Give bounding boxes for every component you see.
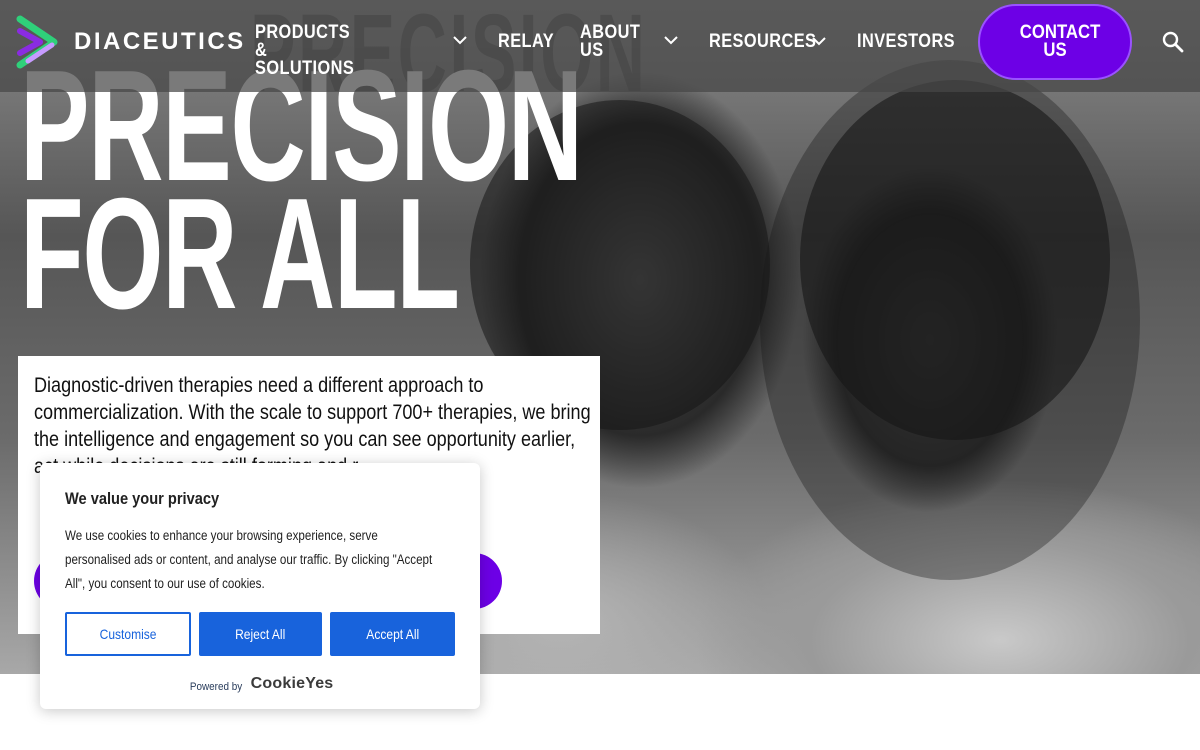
cookie-description: We use cookies to enhance your browsing … xyxy=(65,528,433,591)
hero-photo-hair xyxy=(760,60,1140,580)
diaceutics-logo-icon xyxy=(16,15,58,69)
cookie-consent-banner: We value your privacy We use cookies to … xyxy=(40,463,480,709)
reject-all-button[interactable]: Reject All xyxy=(199,612,322,656)
hero-heading: PRECISION FOR ALL xyxy=(20,47,583,333)
nav-products-solutions-label: PRODUCTS & SOLUTIONS xyxy=(255,22,355,79)
accept-all-button[interactable]: Accept All xyxy=(330,612,455,656)
cookie-title: We value your privacy xyxy=(65,489,220,508)
search-icon[interactable] xyxy=(1162,31,1184,53)
nav-relay[interactable]: RELAY xyxy=(498,31,563,52)
nav-resources[interactable]: RESOURCES xyxy=(709,31,829,52)
reject-all-button-label: Reject All xyxy=(235,626,286,642)
chevron-down-icon xyxy=(812,37,826,46)
customise-button-label: Customise xyxy=(99,626,157,642)
logo-text: DIACEUTICS xyxy=(74,28,246,55)
nav-about-us-label: ABOUT US xyxy=(580,22,641,61)
cookieyes-logo: CookieYes xyxy=(250,675,334,692)
contact-us-label: CONTACT US xyxy=(1019,22,1101,61)
chevron-down-icon xyxy=(664,36,678,45)
chevron-down-icon xyxy=(453,36,467,45)
customise-button[interactable]: Customise xyxy=(65,612,191,656)
logo[interactable]: DIACEUTICS xyxy=(16,15,246,69)
nav-products-solutions[interactable]: PRODUCTS & SOLUTIONS xyxy=(255,22,470,79)
accept-all-button-label: Accept All xyxy=(366,626,419,642)
nav-investors-label: INVESTORS xyxy=(857,31,956,52)
contact-us-button[interactable]: CONTACT US xyxy=(978,4,1132,80)
nav-resources-label: RESOURCES xyxy=(709,31,817,52)
nav-investors[interactable]: INVESTORS xyxy=(857,31,971,52)
powered-by-label: Powered by xyxy=(189,681,242,693)
site-header: DIACEUTICS PRODUCTS & SOLUTIONS RELAY AB… xyxy=(0,0,1200,92)
powered-by[interactable]: Powered by CookieYes xyxy=(40,675,480,693)
nav-about-us[interactable]: ABOUT US xyxy=(580,22,680,61)
nav-relay-label: RELAY xyxy=(498,31,555,52)
